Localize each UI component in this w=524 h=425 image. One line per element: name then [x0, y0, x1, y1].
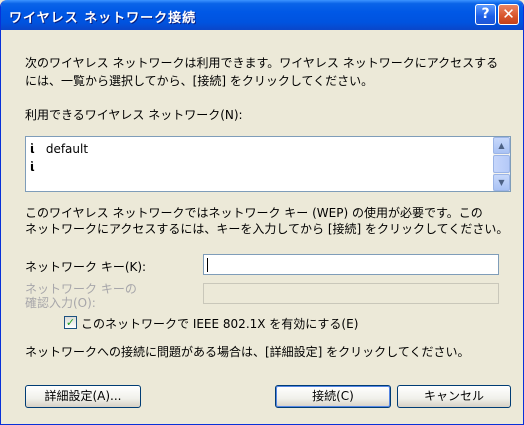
checkmark-icon: ✓ — [65, 316, 76, 329]
ieee-8021x-checkbox[interactable]: ✓ — [64, 316, 77, 329]
wep-note-line1: このワイヤレス ネットワークではネットワーク キー (WEP) の使用が必要です… — [25, 206, 483, 220]
network-list[interactable]: ἱ default ἱ ▲ ▼ — [25, 136, 511, 192]
cancel-button[interactable]: キャンセル — [397, 385, 511, 408]
list-scrollbar[interactable]: ▲ ▼ — [493, 137, 510, 191]
connect-button[interactable]: 接続(C) — [275, 385, 391, 408]
problem-note: ネットワークへの接続に問題がある場合は、[詳細設定] をクリックしてください。 — [25, 345, 470, 359]
help-icon: ? — [481, 6, 490, 22]
confirm-key-label-line1: ネットワーク キーの — [25, 282, 137, 296]
network-name: default — [45, 142, 89, 156]
network-key-input[interactable] — [203, 254, 499, 275]
confirm-key-label-line2: 確認入力(O): — [25, 296, 96, 310]
advanced-settings-button[interactable]: 詳細設定(A)... — [25, 385, 141, 408]
network-list-item[interactable]: ἱ default — [30, 141, 88, 157]
ieee-8021x-label[interactable]: このネットワークで IEEE 802.1X を有効にする(E) — [81, 315, 358, 332]
wireless-connection-dialog: ワイヤレス ネットワーク接続 ? ✕ 次のワイヤレス ネットワークは利用できます… — [0, 0, 524, 425]
scroll-down-button[interactable]: ▼ — [493, 174, 510, 191]
network-list-item[interactable]: ἱ — [30, 159, 42, 175]
chevron-down-icon: ▼ — [498, 178, 505, 187]
network-key-label: ネットワーク キー(K): — [25, 260, 147, 274]
wireless-network-icon: ἱ — [30, 142, 35, 156]
wep-note-line2: ネットワークにアクセスするには、キーを入力してから [接続] をクリックしてくだ… — [25, 222, 509, 236]
close-button[interactable]: ✕ — [498, 4, 519, 25]
title-bar[interactable]: ワイヤレス ネットワーク接続 ? ✕ — [1, 0, 523, 30]
scroll-up-button[interactable]: ▲ — [493, 137, 510, 154]
intro-text-line2: には、一覧から選択してから、[接続] をクリックしてください。 — [25, 74, 374, 88]
text-caret — [207, 258, 208, 272]
help-button[interactable]: ? — [475, 4, 496, 25]
confirm-key-input — [203, 283, 499, 304]
available-networks-label: 利用できるワイヤレス ネットワーク(N): — [25, 108, 243, 122]
close-icon: ✕ — [502, 5, 515, 23]
chevron-up-icon: ▲ — [498, 141, 505, 150]
wireless-network-icon: ἱ — [30, 160, 35, 174]
window-title: ワイヤレス ネットワーク接続 — [9, 11, 197, 26]
scroll-thumb[interactable] — [493, 155, 510, 173]
intro-text-line1: 次のワイヤレス ネットワークは利用できます。ワイヤレス ネットワークにアクセスす… — [25, 56, 499, 70]
